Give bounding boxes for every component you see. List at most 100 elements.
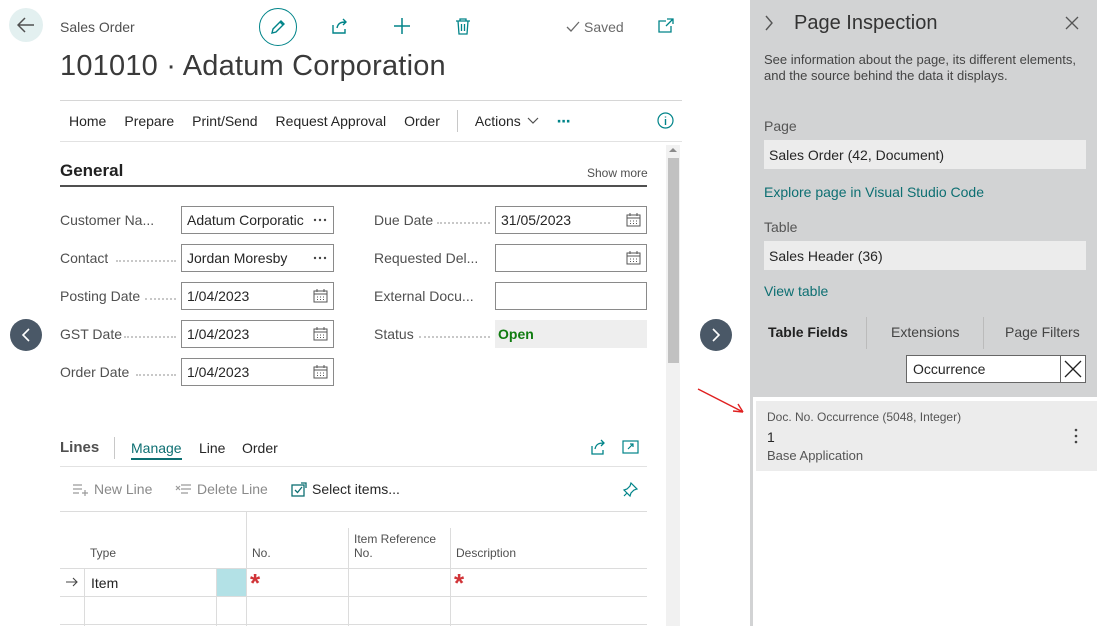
line-type-value[interactable]: Item xyxy=(91,575,118,591)
grid-col-divider xyxy=(348,528,349,626)
next-record-button[interactable] xyxy=(700,319,732,351)
order-date-field[interactable]: 1/04/2023 xyxy=(181,358,334,386)
panel-border xyxy=(750,0,753,626)
close-icon xyxy=(1065,16,1079,30)
edit-button[interactable] xyxy=(259,8,297,46)
share-icon xyxy=(591,439,605,455)
gst-date-field[interactable]: 1/04/2023 xyxy=(181,320,334,348)
more-options-icon[interactable]: ⋯ xyxy=(548,113,581,130)
field-search-value: Occurrence xyxy=(913,361,986,377)
tab-extensions[interactable]: Extensions xyxy=(891,324,959,340)
contact-field[interactable]: Jordan Moresby xyxy=(181,244,334,272)
delete-button[interactable] xyxy=(453,16,473,36)
arrow-left-icon xyxy=(17,17,34,33)
action-order[interactable]: Order xyxy=(395,113,449,129)
open-new-window-button[interactable] xyxy=(656,16,676,36)
gst-date-value: 1/04/2023 xyxy=(187,326,250,342)
item-reference-line1: Item Reference xyxy=(354,532,437,546)
lines-expand-button[interactable] xyxy=(622,439,639,455)
lines-title: Lines xyxy=(60,439,100,456)
leader-dots xyxy=(437,222,490,224)
pin-icon xyxy=(622,481,639,498)
leader-dots xyxy=(145,298,176,300)
column-header-type[interactable]: Type xyxy=(90,546,116,560)
calendar-icon[interactable] xyxy=(307,289,333,303)
annotation-arrow-icon xyxy=(697,388,747,415)
lines-share-button[interactable] xyxy=(590,439,607,455)
calendar-icon[interactable] xyxy=(620,213,646,227)
lines-divider xyxy=(114,437,115,459)
posting-date-value: 1/04/2023 xyxy=(187,288,250,304)
item-reference-line2: No. xyxy=(354,546,373,560)
delete-line-icon xyxy=(175,484,191,494)
action-request-approval[interactable]: Request Approval xyxy=(267,113,396,129)
external-document-field[interactable] xyxy=(495,282,647,310)
lookup-ellipsis-icon[interactable] xyxy=(307,218,333,222)
close-panel-button[interactable] xyxy=(1065,16,1079,30)
lines-tab-order[interactable]: Order xyxy=(242,440,278,456)
grid-divider xyxy=(60,511,647,512)
result-more-button[interactable] xyxy=(1074,428,1078,444)
share-button[interactable] xyxy=(330,16,350,36)
show-more-link[interactable]: Show more xyxy=(587,166,648,180)
leader-dots xyxy=(124,336,176,338)
action-prepare[interactable]: Prepare xyxy=(115,113,183,129)
current-row-arrow-icon xyxy=(65,577,78,587)
leader-dots xyxy=(136,374,176,376)
column-header-description[interactable]: Description xyxy=(456,546,516,560)
selected-cell[interactable] xyxy=(217,569,246,596)
action-actions-menu[interactable]: Actions xyxy=(466,113,548,129)
pencil-icon xyxy=(271,20,285,34)
action-print-send[interactable]: Print/Send xyxy=(183,113,266,129)
previous-record-button[interactable] xyxy=(10,319,42,351)
posting-date-field[interactable]: 1/04/2023 xyxy=(181,282,334,310)
info-button[interactable] xyxy=(657,112,674,129)
section-title-general: General xyxy=(60,161,124,180)
contact-value: Jordan Moresby xyxy=(187,250,288,266)
column-header-no[interactable]: No. xyxy=(252,546,271,560)
calendar-icon[interactable] xyxy=(307,327,333,341)
action-home[interactable]: Home xyxy=(60,113,115,129)
page-info-value: Sales Order (42, Document) xyxy=(769,146,945,163)
checkmark-icon xyxy=(566,21,580,32)
customer-name-field[interactable]: Adatum Corporatic xyxy=(181,206,334,234)
lookup-ellipsis-icon[interactable] xyxy=(307,256,333,260)
delete-line-button[interactable]: Delete Line xyxy=(175,481,268,497)
lines-tab-line[interactable]: Line xyxy=(199,440,225,456)
field-search-input[interactable]: Occurrence xyxy=(906,355,1061,383)
calendar-icon[interactable] xyxy=(620,251,646,265)
collapse-panel-button[interactable] xyxy=(764,15,774,31)
lines-tab-manage[interactable]: Manage xyxy=(131,440,182,460)
requested-delivery-field[interactable] xyxy=(495,244,647,272)
grid-row-divider xyxy=(60,596,647,597)
pin-button[interactable] xyxy=(622,481,639,498)
due-date-field[interactable]: 31/05/2023 xyxy=(495,206,647,234)
status-value: Open xyxy=(498,326,534,342)
clear-search-button[interactable] xyxy=(1060,355,1086,383)
contact-label: Contact xyxy=(60,250,109,266)
select-items-button[interactable]: Select items... xyxy=(291,481,400,497)
saved-label: Saved xyxy=(584,19,624,35)
back-button[interactable] xyxy=(9,8,43,42)
explore-vscode-link[interactable]: Explore page in Visual Studio Code xyxy=(764,184,984,200)
close-icon xyxy=(1064,360,1082,378)
due-date-value: 31/05/2023 xyxy=(501,212,572,228)
new-line-button[interactable]: New Line xyxy=(72,481,152,497)
scrollbar-thumb[interactable] xyxy=(668,158,679,363)
grid-col-divider xyxy=(84,568,85,626)
section-underline xyxy=(60,185,647,187)
column-header-item-reference[interactable]: Item Reference No. xyxy=(354,532,436,560)
info-icon xyxy=(657,112,674,129)
panel-description: See information about the page, its diff… xyxy=(764,52,1076,83)
new-line-icon xyxy=(73,484,88,496)
scroll-up-icon[interactable] xyxy=(669,147,677,153)
new-button[interactable] xyxy=(392,16,412,36)
view-table-link[interactable]: View table xyxy=(764,283,828,299)
status-label: Status xyxy=(374,326,414,342)
chevron-down-icon xyxy=(527,117,539,124)
leader-dots xyxy=(419,336,490,338)
tab-table-fields[interactable]: Table Fields xyxy=(768,324,848,340)
tab-page-filters[interactable]: Page Filters xyxy=(1005,324,1080,340)
calendar-icon[interactable] xyxy=(307,365,333,379)
requested-delivery-label: Requested Del... xyxy=(374,250,479,266)
